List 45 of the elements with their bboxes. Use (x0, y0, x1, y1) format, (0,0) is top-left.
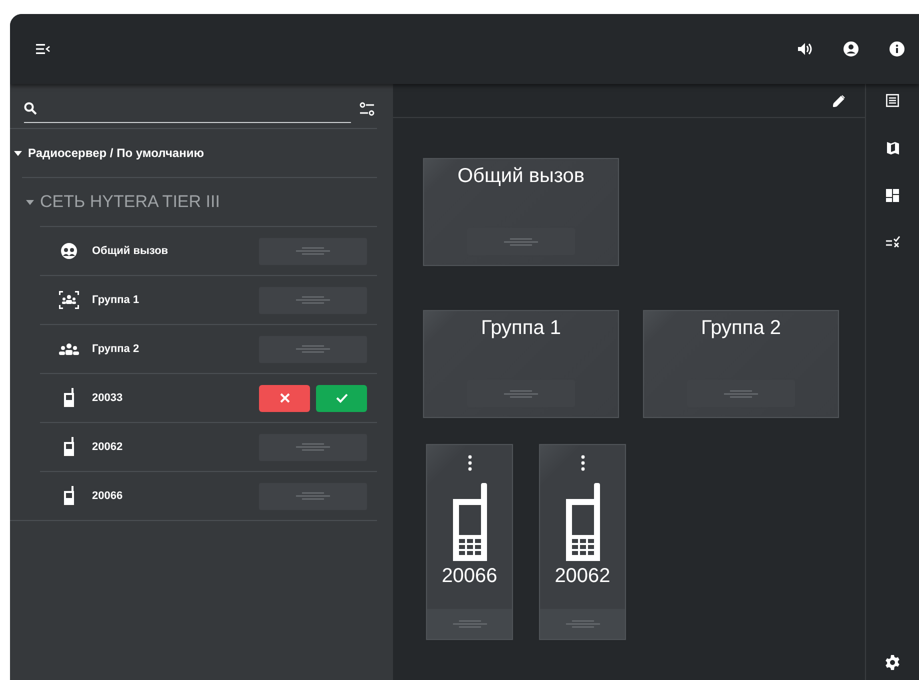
server-label[interactable]: Радиосервер / По умолчанию (28, 146, 204, 160)
radio-tile[interactable]: 20062 (539, 444, 626, 640)
accept-button[interactable] (316, 384, 367, 412)
radio-icon (450, 483, 488, 561)
search-icon (24, 102, 37, 115)
tile-title: Общий вызов (457, 165, 585, 188)
item-label[interactable]: 20066 (92, 490, 249, 502)
dashboard-icon[interactable] (886, 189, 899, 202)
radio-icon (63, 486, 75, 506)
tile-title: 20066 (442, 565, 498, 588)
more-icon[interactable] (580, 455, 584, 471)
network-label[interactable]: СЕТЬ HYTERA TIER III (40, 192, 220, 212)
item-label[interactable]: Группа 2 (92, 343, 249, 355)
check-icon (336, 393, 348, 403)
group-tile[interactable]: Группа 1 (423, 310, 619, 418)
tile-title: Группа 1 (480, 317, 562, 340)
item-label[interactable]: Общий вызов (92, 245, 249, 257)
item-label[interactable]: Группа 1 (92, 294, 249, 306)
info-icon[interactable] (889, 41, 905, 57)
radio-icon (63, 388, 75, 408)
radio-icon (63, 437, 75, 457)
settings-icon[interactable] (885, 655, 900, 670)
reject-button[interactable] (259, 384, 310, 412)
checklist-icon[interactable] (886, 236, 900, 248)
radio-tile[interactable]: 20066 (426, 444, 513, 640)
item-label[interactable]: 20033 (92, 392, 249, 404)
filter-icon[interactable] (359, 102, 375, 116)
map-icon[interactable] (886, 141, 898, 155)
group-icon (58, 342, 80, 356)
account-icon[interactable] (843, 41, 859, 57)
radio-icon (564, 483, 602, 561)
close-icon (280, 393, 290, 403)
menu-icon[interactable] (36, 44, 50, 54)
group-tile[interactable]: Группа 2 (643, 310, 839, 418)
tile-title: 20062 (554, 565, 610, 588)
group-circle-icon (60, 242, 78, 260)
tile-title: Группа 2 (700, 317, 782, 340)
pencil-icon[interactable] (833, 94, 845, 106)
list-icon[interactable] (886, 94, 899, 107)
item-label[interactable]: 20062 (92, 441, 249, 453)
group-tile[interactable]: Общий вызов (423, 158, 619, 266)
speaker-icon[interactable] (797, 42, 813, 56)
expand-caret-icon[interactable] (14, 149, 22, 157)
more-icon[interactable] (468, 455, 472, 471)
group-scan-icon (58, 290, 80, 310)
